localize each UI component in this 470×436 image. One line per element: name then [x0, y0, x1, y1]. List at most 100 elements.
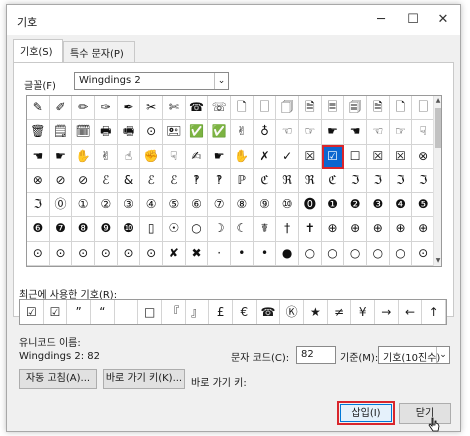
shortcut-key-button[interactable]: 바로 가기 키(K)...: [103, 369, 185, 389]
symbol-cell[interactable]: ☛: [208, 144, 231, 169]
symbol-cell[interactable]: ✏: [72, 96, 95, 121]
symbol-cell[interactable]: ⊗: [27, 168, 50, 194]
symbol-cell[interactable]: ☟: [412, 120, 435, 145]
recent-symbol-cell[interactable]: “: [91, 300, 115, 324]
symbol-cell[interactable]: ⑨: [253, 193, 277, 218]
recent-symbol-cell[interactable]: →: [375, 300, 399, 324]
symbol-cell[interactable]: 🗌: [253, 96, 277, 121]
symbol-cell[interactable]: ⊕: [366, 217, 390, 242]
symbol-cell[interactable]: ☛: [321, 120, 345, 145]
close-icon[interactable]: ✕: [431, 9, 455, 31]
symbol-cell[interactable]: ☒: [389, 144, 413, 169]
symbol-cell[interactable]: ④: [140, 193, 163, 218]
symbol-cell[interactable]: ☎: [185, 96, 209, 121]
symbol-cell[interactable]: ⊙: [49, 241, 73, 266]
recent-symbol-cell[interactable]: ★: [304, 300, 328, 324]
symbol-cell[interactable]: ✐: [49, 96, 73, 121]
symbol-cell[interactable]: ⊘: [72, 168, 95, 194]
symbol-cell[interactable]: ℑ: [412, 168, 435, 194]
base-select[interactable]: 기호(10진수) ⌄: [378, 346, 450, 364]
recent-symbol-cell[interactable]: €: [233, 300, 257, 324]
symbol-cell[interactable]: ⊕: [389, 217, 413, 242]
symbol-cell[interactable]: ☚: [27, 144, 50, 169]
symbol-cell[interactable]: ℭ: [321, 168, 345, 194]
symbol-cell[interactable]: ✊: [140, 144, 163, 169]
symbol-cell[interactable]: ℙ: [230, 168, 254, 194]
minimize-icon[interactable]: ─: [369, 9, 393, 31]
symbol-cell[interactable]: ☞: [389, 120, 413, 145]
recent-symbol-cell[interactable]: ≠: [328, 300, 352, 324]
symbol-cell[interactable]: ⊕: [321, 217, 345, 242]
symbol-cell[interactable]: †: [276, 217, 299, 242]
symbol-cell[interactable]: ○: [389, 241, 413, 266]
recent-symbol-cell[interactable]: 『: [162, 300, 186, 324]
recent-symbol-cell[interactable]: Ⓚ: [280, 300, 304, 324]
symbol-cell[interactable]: ✄: [162, 96, 186, 121]
symbol-cell[interactable]: ⊙: [27, 241, 50, 266]
symbol-cell[interactable]: ❻: [27, 217, 50, 242]
symbol-cell[interactable]: ℑ: [389, 168, 413, 194]
symbol-cell[interactable]: ☚: [344, 120, 367, 145]
insert-button[interactable]: 삽입(I): [337, 401, 395, 425]
symbol-cell[interactable]: ✌: [230, 120, 254, 145]
symbol-cell[interactable]: ✌: [94, 144, 118, 169]
symbol-cell[interactable]: ℰ: [162, 168, 186, 194]
symbol-cell[interactable]: ☤: [253, 217, 277, 242]
symbol-cell[interactable]: 🗌: [412, 96, 435, 121]
font-select[interactable]: Wingdings 2 ⌄: [74, 72, 229, 90]
symbol-cell[interactable]: ②: [94, 193, 118, 218]
symbol-cell[interactable]: ❽: [72, 217, 95, 242]
recent-symbol-cell[interactable]: 』: [186, 300, 210, 324]
symbol-cell[interactable]: 🖷: [117, 120, 141, 145]
symbol-cell[interactable]: ⑩: [276, 193, 299, 218]
symbol-cell[interactable]: ℑ: [27, 193, 50, 218]
symbol-cell[interactable]: ☒: [366, 144, 390, 169]
symbol-cell[interactable]: ❾: [94, 217, 118, 242]
symbol-cell[interactable]: ☾: [230, 217, 254, 242]
symbol-cell[interactable]: ℜ: [276, 168, 299, 194]
symbol-cell[interactable]: ✗: [253, 144, 277, 169]
char-code-input[interactable]: 82: [296, 346, 336, 364]
symbol-cell[interactable]: ⓪: [49, 193, 73, 218]
recent-symbol-cell[interactable]: ¥: [351, 300, 375, 324]
chevron-down-icon[interactable]: ⌄: [214, 73, 228, 89]
symbol-cell[interactable]: ❸: [366, 193, 390, 218]
symbol-cell[interactable]: ❼: [49, 217, 73, 242]
symbol-cell[interactable]: ☝: [117, 144, 141, 169]
symbol-cell[interactable]: ☒: [298, 144, 322, 169]
symbol-cell[interactable]: 🗓: [72, 120, 95, 145]
tab-special-characters[interactable]: 특수 문자(P): [63, 41, 135, 63]
symbol-cell[interactable]: 🗎: [366, 96, 390, 121]
maximize-icon[interactable]: ☐: [401, 9, 425, 31]
symbol-cell[interactable]: ✋: [230, 144, 254, 169]
recent-symbol-cell[interactable]: □: [138, 300, 162, 324]
symbol-cell[interactable]: 🖭: [162, 120, 186, 145]
recent-symbol-cell[interactable]: ↑: [422, 300, 446, 324]
autocorrect-button[interactable]: 자동 고침(A)...: [19, 369, 97, 389]
symbol-cell[interactable]: ‽: [208, 168, 231, 194]
symbol-cell[interactable]: ○: [321, 241, 345, 266]
symbol-cell[interactable]: ℑ: [366, 168, 390, 194]
symbol-cell[interactable]: ⓿: [298, 193, 322, 218]
symbol-cell[interactable]: ○: [298, 241, 322, 266]
symbol-cell[interactable]: ☜: [276, 120, 299, 145]
symbol-cell[interactable]: ☞: [298, 120, 322, 145]
symbol-cell[interactable]: 🗋: [230, 96, 254, 121]
symbol-cell[interactable]: 🗒: [49, 120, 73, 145]
symbol-cell[interactable]: ♁: [253, 120, 277, 145]
symbol-cell[interactable]: ℜ: [298, 168, 322, 194]
symbol-cell[interactable]: ⊙: [72, 241, 95, 266]
tab-symbols[interactable]: 기호(S): [13, 39, 63, 63]
symbol-cell[interactable]: ☑: [321, 144, 345, 169]
recent-symbol-cell[interactable]: ☎: [257, 300, 281, 324]
symbol-cell[interactable]: ☜: [366, 120, 390, 145]
scroll-thumb[interactable]: [435, 108, 441, 148]
recent-symbol-cell[interactable]: ”: [67, 300, 91, 324]
symbol-cell[interactable]: ✝: [298, 217, 322, 242]
vertical-scrollbar[interactable]: ▲ ▼: [433, 96, 441, 266]
symbol-cell[interactable]: •: [230, 241, 254, 266]
symbol-cell[interactable]: ①: [72, 193, 95, 218]
symbol-cell[interactable]: ℭ: [253, 168, 277, 194]
recent-symbol-cell[interactable]: £: [209, 300, 233, 324]
symbol-cell[interactable]: ☟: [162, 144, 186, 169]
